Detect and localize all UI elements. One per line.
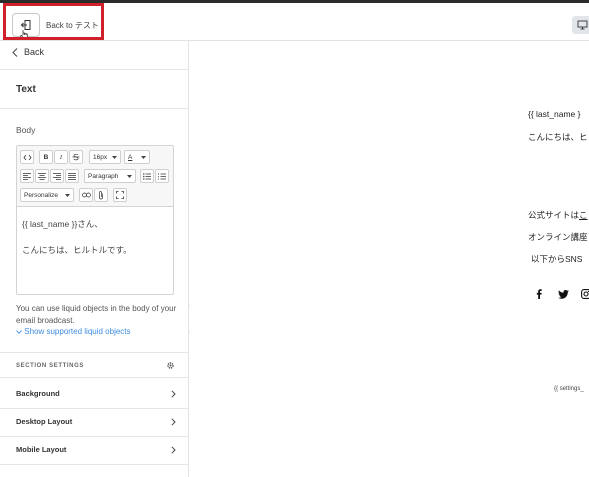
caret-down-icon [112, 155, 117, 159]
preview-line: 公式サイトはこ [528, 209, 588, 221]
align-right-icon [53, 172, 61, 180]
align-justify-icon [68, 172, 76, 180]
align-center-icon [38, 172, 46, 180]
divider [0, 408, 189, 409]
rich-text-editor[interactable]: B I 16px A Paragraph Personalize {{last… [16, 145, 174, 295]
twitter-icon[interactable] [557, 288, 569, 300]
preview-line: オンライン講座 [528, 232, 588, 242]
source-code-button[interactable] [20, 150, 34, 164]
caret-down-icon [127, 174, 132, 178]
link-icon [81, 192, 91, 198]
back-button-highlight [3, 3, 104, 40]
italic-button[interactable]: I [54, 150, 68, 164]
desktop-layout-row[interactable]: Desktop Layout [16, 417, 176, 426]
align-center-button[interactable] [35, 169, 49, 183]
text-color-select[interactable]: A [124, 150, 150, 164]
preview-line: 以下からSNS [531, 254, 583, 264]
strikethrough-icon [72, 153, 80, 161]
editor-line: こんにちは、ヒルトルです。 [22, 245, 132, 255]
desktop-layout-label: Desktop Layout [16, 417, 73, 426]
justify-button[interactable] [65, 169, 79, 183]
sidebar-back-link[interactable]: Back [12, 47, 44, 57]
divider [0, 108, 189, 109]
text-color-letter: A [128, 153, 133, 161]
desktop-preview-button[interactable] [572, 16, 589, 34]
email-preview: {{ last_name } こんにちは、ヒ 公式サイトはこ オンライン講座 以… [190, 41, 589, 477]
personalize-select[interactable]: Personalize [20, 188, 74, 202]
editor-content[interactable]: {{ last_name }}さん、 こんにちは、ヒルトルです。 [22, 218, 132, 270]
font-size-value: 16px [93, 153, 108, 161]
sidebar: Back Text Body B I 16px A Paragraph Pers… [0, 41, 189, 477]
bold-button[interactable]: B [39, 150, 53, 164]
font-size-select[interactable]: 16px [89, 150, 121, 164]
body-label: Body [16, 125, 36, 135]
divider [0, 436, 189, 437]
attachment-button[interactable] [94, 188, 108, 202]
preview-link[interactable]: こ [579, 210, 588, 220]
facebook-icon[interactable] [533, 288, 545, 300]
expand-icon [116, 191, 124, 199]
gear-icon[interactable] [166, 361, 175, 370]
align-right-button[interactable] [50, 169, 64, 183]
bullet-list-button[interactable] [140, 169, 154, 183]
align-left-button[interactable] [20, 169, 34, 183]
divider [0, 69, 189, 70]
divider [0, 377, 189, 378]
paperclip-icon [99, 190, 103, 199]
link-button[interactable] [79, 188, 93, 202]
bullet-list-icon [143, 172, 151, 180]
paragraph-select[interactable]: Paragraph [84, 169, 136, 183]
preview-text: 公式サイトは [528, 210, 580, 220]
caret-down-icon [65, 193, 70, 197]
show-liquid-objects-label: Show supported liquid objects [24, 327, 131, 336]
strikethrough-button[interactable] [69, 150, 83, 164]
preview-line: {{ last_name } [528, 109, 581, 119]
liquid-hint-text: You can use liquid objects in the body o… [16, 304, 177, 325]
code-icon [22, 154, 32, 160]
divider [0, 352, 189, 353]
background-label: Background [16, 389, 60, 398]
background-row[interactable]: Background [16, 389, 176, 398]
section-settings-heading: SECTION SETTINGS [16, 363, 84, 369]
caret-down-icon [141, 155, 146, 159]
chevron-right-icon [171, 417, 176, 426]
chevron-left-icon [12, 47, 18, 57]
align-left-icon [23, 172, 31, 180]
preview-line: こんにちは、ヒ [528, 132, 588, 142]
mobile-layout-row[interactable]: Mobile Layout [16, 445, 176, 454]
sidebar-back-label: Back [24, 47, 45, 57]
editor-toolbar: B I 16px A Paragraph Personalize [17, 146, 173, 207]
chevron-right-icon [171, 389, 176, 398]
mobile-layout-label: Mobile Layout [16, 445, 67, 454]
fullscreen-button[interactable] [113, 188, 127, 202]
instagram-icon[interactable] [580, 288, 589, 300]
numbered-list-button[interactable] [155, 169, 169, 183]
paragraph-value: Paragraph [88, 172, 119, 180]
preview-footer-settings: {{ settings_ [554, 386, 584, 392]
panel-title: Text [16, 84, 36, 95]
numbered-list-icon [158, 172, 166, 180]
monitor-icon [577, 20, 587, 30]
show-liquid-objects-link[interactable]: Show supported liquid objects [16, 327, 131, 336]
editor-line: {{ last_name }}さん、 [22, 219, 103, 229]
divider [0, 464, 189, 465]
personalize-label: Personalize [24, 191, 58, 199]
chevron-down-icon [16, 330, 22, 334]
chevron-right-icon [171, 445, 176, 454]
